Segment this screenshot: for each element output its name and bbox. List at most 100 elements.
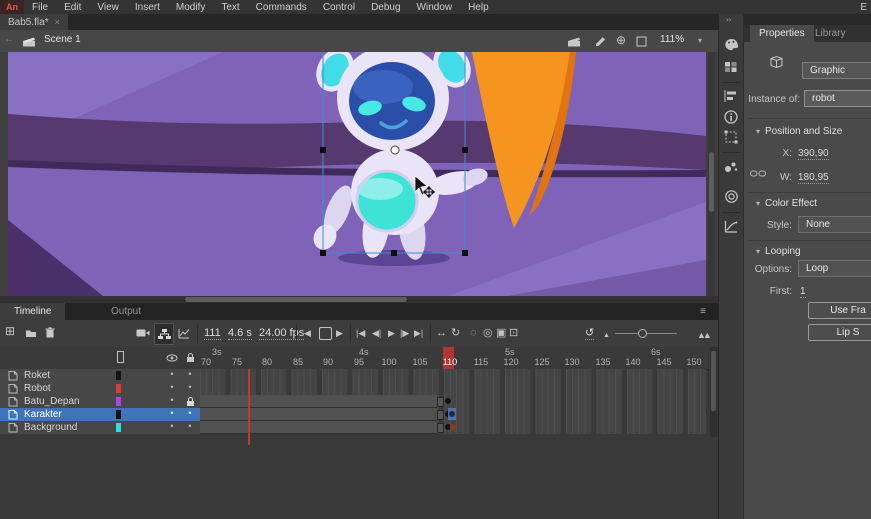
selection-handle-bottom-left[interactable]: [320, 250, 326, 256]
span-end-frame[interactable]: [437, 397, 444, 407]
show-tween-graph-icon[interactable]: [178, 328, 190, 339]
tab-library[interactable]: Library: [806, 25, 855, 42]
first-frame-value[interactable]: 1: [800, 286, 806, 298]
symbol-behavior-dropdown[interactable]: Graphic: [802, 62, 871, 79]
span-end-frame[interactable]: [437, 423, 444, 433]
layer-visibility-dot[interactable]: •: [167, 382, 177, 392]
step-back-icon[interactable]: ◀: [304, 327, 311, 339]
transform-panel-icon[interactable]: [724, 130, 739, 145]
menu-help[interactable]: Help: [460, 2, 497, 13]
info-panel-icon[interactable]: [724, 110, 739, 125]
section-color-effect[interactable]: ▾Color Effect: [756, 198, 817, 209]
color-panel-icon[interactable]: [724, 38, 739, 53]
layer-row-background[interactable]: Background • •: [0, 421, 718, 434]
swatches-panel-icon[interactable]: [724, 61, 739, 76]
onion-skin-outlines-icon[interactable]: ◎: [483, 327, 493, 339]
layer-visibility-dot[interactable]: •: [167, 395, 177, 405]
keyframe-dot[interactable]: [445, 398, 451, 404]
last-frame-icon[interactable]: ▶|: [414, 327, 423, 339]
stage-horizontal-scrollbar[interactable]: [0, 296, 718, 303]
lip-syncing-button[interactable]: Lip S: [808, 324, 871, 341]
instance-name-field[interactable]: robot: [804, 90, 871, 107]
layer-row-batu-depan[interactable]: Batu_Depan •: [0, 395, 718, 408]
timeline-zoom-knob[interactable]: [638, 329, 647, 338]
menu-insert[interactable]: Insert: [127, 2, 168, 13]
layer-row-karakter[interactable]: Karakter • •: [0, 408, 718, 421]
stage-vertical-scrollbar[interactable]: [708, 52, 715, 296]
menu-control[interactable]: Control: [315, 2, 363, 13]
timeline-zoom-in-icon[interactable]: ▲▲: [697, 329, 709, 341]
edit-symbols-icon[interactable]: [594, 36, 606, 47]
layer-parenting-toggle[interactable]: [154, 323, 174, 345]
use-frame-picker-button[interactable]: Use Fra: [808, 302, 871, 319]
layer-lock-dot[interactable]: •: [185, 382, 195, 392]
span-end-frame[interactable]: [437, 410, 444, 420]
onion-skin-icon[interactable]: ◌: [470, 327, 477, 339]
collapse-triangle-icon[interactable]: ▾: [756, 199, 760, 208]
tab-properties[interactable]: Properties: [750, 25, 814, 42]
transform-point[interactable]: [391, 146, 399, 154]
panel-menu-icon[interactable]: ≡: [700, 306, 706, 317]
menu-view[interactable]: View: [89, 2, 127, 13]
layer-frames[interactable]: [200, 408, 706, 422]
section-looping[interactable]: ▾Looping: [756, 246, 801, 257]
menu-window[interactable]: Window: [409, 2, 461, 13]
center-stage-icon[interactable]: ⊕: [616, 33, 626, 47]
zoom-level-value[interactable]: 111%: [660, 34, 684, 45]
timeline-ruler[interactable]: 3s 4s 5s 6s 70 75 80 85 90 95 100 105 11…: [0, 347, 718, 370]
style-dropdown[interactable]: None: [798, 216, 871, 233]
layer-lock-dot[interactable]: •: [185, 421, 195, 431]
camera-icon[interactable]: [136, 328, 150, 338]
layer-row-robot[interactable]: Robot • •: [0, 382, 718, 395]
layer-visibility-dot[interactable]: •: [167, 369, 177, 379]
workspace-button[interactable]: E: [856, 2, 871, 13]
frame-span[interactable]: [200, 408, 437, 421]
layer-lock-dot[interactable]: •: [185, 369, 195, 379]
edit-multiple-frames-icon[interactable]: ▣: [496, 327, 506, 339]
delete-layer-icon[interactable]: [45, 327, 55, 338]
selected-layer[interactable]: Karakter • •: [0, 408, 200, 422]
layer-locked-icon[interactable]: [186, 396, 195, 407]
frame-span[interactable]: [200, 395, 437, 408]
loop-range-icon[interactable]: [319, 327, 332, 340]
frame-span[interactable]: [200, 421, 437, 434]
zoom-dropdown-icon[interactable]: ▾: [698, 36, 702, 45]
prev-frame-icon[interactable]: ◀|: [372, 327, 381, 339]
layer-frames[interactable]: [200, 369, 706, 383]
selection-handle-left[interactable]: [320, 147, 326, 153]
selection-handle-bottom-right[interactable]: [462, 250, 468, 256]
animate-logo[interactable]: An: [0, 0, 24, 14]
new-layer-icon[interactable]: ⊞: [5, 325, 15, 337]
play-icon[interactable]: ▶: [388, 327, 395, 339]
reset-timeline-zoom-icon[interactable]: ↺: [585, 327, 594, 340]
frame-rate-value[interactable]: 24.00 fps: [259, 327, 304, 340]
elapsed-time-value[interactable]: 4.6 s: [228, 327, 252, 340]
lock-column-icon[interactable]: [186, 352, 195, 363]
playhead-line[interactable]: [248, 369, 250, 445]
w-value[interactable]: 180,95: [798, 172, 829, 184]
collapse-triangle-icon[interactable]: ▾: [756, 247, 760, 256]
step-forward-icon[interactable]: ▶: [336, 327, 343, 339]
menu-debug[interactable]: Debug: [363, 2, 408, 13]
document-tab[interactable]: Bab5.fla* ×: [0, 14, 68, 30]
layer-frames[interactable]: [200, 395, 706, 409]
layer-frames[interactable]: [200, 382, 706, 396]
timeline-vertical-scrollbar[interactable]: [710, 347, 717, 437]
scene-name[interactable]: Scene 1: [44, 34, 81, 45]
menu-edit[interactable]: Edit: [56, 2, 89, 13]
visibility-column-eye-icon[interactable]: [166, 354, 178, 362]
menu-file[interactable]: File: [24, 2, 56, 13]
stage-canvas[interactable]: [8, 52, 706, 296]
brush-library-panel-icon[interactable]: [724, 160, 739, 175]
layer-visibility-dot[interactable]: •: [167, 408, 177, 418]
close-tab-icon[interactable]: ×: [55, 17, 60, 27]
selected-frame[interactable]: [448, 408, 456, 420]
timeline-zoom-out-icon[interactable]: ▲: [603, 330, 610, 342]
layer-visibility-dot[interactable]: •: [167, 421, 177, 431]
next-frame-icon[interactable]: |▶: [400, 327, 409, 339]
layer-lock-dot[interactable]: •: [185, 408, 195, 418]
loop-options-dropdown[interactable]: Loop: [798, 260, 871, 277]
new-folder-icon[interactable]: [25, 328, 37, 338]
layer-frames[interactable]: [200, 421, 706, 435]
menu-modify[interactable]: Modify: [168, 2, 213, 13]
